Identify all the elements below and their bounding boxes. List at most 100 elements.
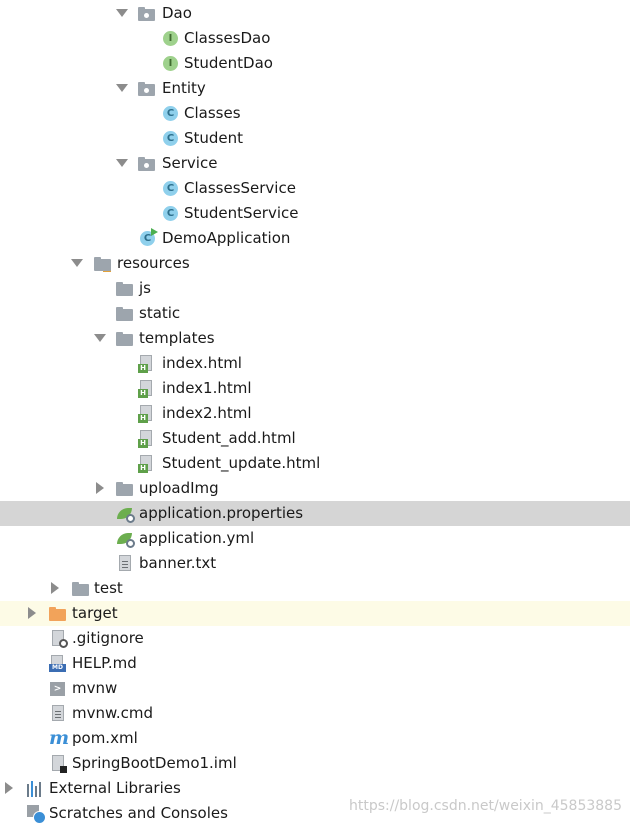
tree-item-label: Scratches and Consoles [49, 804, 228, 822]
tree-item-help-md[interactable]: MD HELP.md [0, 651, 630, 676]
class-icon: C [162, 130, 180, 148]
tree-item-student-add-html[interactable]: H Student_add.html [0, 426, 630, 451]
expand-arrow-icon[interactable] [116, 9, 128, 17]
excluded-folder-icon [49, 605, 67, 623]
expand-arrow-icon[interactable] [116, 84, 128, 92]
tree-item-label: HELP.md [72, 654, 137, 672]
folder-icon [116, 330, 134, 348]
tree-item-label: DemoApplication [162, 229, 291, 247]
tree-item-label: test [94, 579, 123, 597]
package-folder-icon [138, 5, 156, 23]
tree-item-label: Service [162, 154, 218, 172]
ignore-file-icon [50, 630, 68, 648]
tree-item-mvnw-cmd[interactable]: mvnw.cmd [0, 701, 630, 726]
tree-item-mvnw[interactable]: > mvnw [0, 676, 630, 701]
interface-icon: I [162, 55, 180, 73]
watermark: https://blog.csdn.net/weixin_45853885 [348, 798, 622, 814]
tree-item-dao[interactable]: Dao [0, 1, 630, 26]
tree-item-index-html[interactable]: H index.html [0, 351, 630, 376]
tree-item-student-dao[interactable]: I StudentDao [0, 51, 630, 76]
class-icon: C [162, 205, 180, 223]
folder-icon [72, 580, 90, 598]
tree-item-label: js [139, 279, 151, 297]
expand-arrow-icon[interactable] [94, 334, 106, 342]
tree-item-static[interactable]: static [0, 301, 630, 326]
tree-item-label: Student [184, 129, 244, 147]
maven-icon: m [49, 727, 70, 749]
folder-icon [116, 305, 134, 323]
tree-item-target[interactable]: target [0, 601, 630, 626]
tree-item-label: mvnw.cmd [72, 704, 154, 722]
collapse-arrow-icon[interactable] [28, 607, 36, 619]
terminal-script-icon: > [49, 680, 67, 698]
tree-item-upload-img[interactable]: uploadImg [0, 476, 630, 501]
text-file-icon [117, 555, 135, 573]
tree-item-resources[interactable]: resources [0, 251, 630, 276]
library-icon [26, 780, 44, 798]
collapse-arrow-icon[interactable] [5, 782, 13, 794]
tree-item-label: .gitignore [72, 629, 144, 647]
tree-item-label: Student_add.html [162, 429, 296, 447]
tree-item-classes[interactable]: C Classes [0, 101, 630, 126]
html-file-icon: H [138, 380, 156, 398]
class-icon: C [162, 105, 180, 123]
tree-item-student-update-html[interactable]: H Student_update.html [0, 451, 630, 476]
tree-item-label: static [139, 304, 181, 322]
tree-item-label: target [72, 604, 118, 622]
tree-item-label: index2.html [162, 404, 252, 422]
tree-item-index1-html[interactable]: H index1.html [0, 376, 630, 401]
tree-item-label: SpringBootDemo1.iml [72, 754, 237, 772]
spring-config-icon [117, 505, 135, 523]
tree-item-label: index1.html [162, 379, 252, 397]
tree-item-label: Student_update.html [162, 454, 321, 472]
spring-boot-run-class-icon: C [139, 228, 158, 248]
tree-item-classes-dao[interactable]: I ClassesDao [0, 26, 630, 51]
tree-item-label: banner.txt [139, 554, 217, 572]
tree-item-label: StudentDao [184, 54, 273, 72]
expand-arrow-icon[interactable] [71, 259, 83, 267]
tree-item-pom-xml[interactable]: m pom.xml [0, 726, 630, 751]
resources-folder-icon [94, 255, 112, 273]
tree-item-demo-application[interactable]: C DemoApplication [0, 226, 630, 251]
collapse-arrow-icon[interactable] [96, 482, 104, 494]
class-icon: C [162, 180, 180, 198]
module-file-icon [50, 755, 68, 773]
scratches-icon [27, 805, 46, 824]
tree-item-label: External Libraries [49, 779, 181, 797]
collapse-arrow-icon[interactable] [51, 582, 59, 594]
tree-item-service[interactable]: Service [0, 151, 630, 176]
tree-item-banner-txt[interactable]: banner.txt [0, 551, 630, 576]
tree-item-gitignore[interactable]: .gitignore [0, 626, 630, 651]
spring-config-icon [117, 530, 135, 548]
tree-item-entity[interactable]: Entity [0, 76, 630, 101]
tree-item-iml[interactable]: SpringBootDemo1.iml [0, 751, 630, 776]
tree-item-label: Entity [162, 79, 206, 97]
package-folder-icon [138, 155, 156, 173]
tree-item-application-yml[interactable]: application.yml [0, 526, 630, 551]
tree-item-label: ClassesDao [184, 29, 271, 47]
interface-icon: I [162, 30, 180, 48]
tree-item-label: pom.xml [72, 729, 138, 747]
html-file-icon: H [138, 405, 156, 423]
tree-item-label: application.properties [139, 504, 304, 522]
expand-arrow-icon[interactable] [116, 159, 128, 167]
tree-item-label: index.html [162, 354, 242, 372]
tree-item-label: application.yml [139, 529, 255, 547]
tree-item-label: Dao [162, 4, 192, 22]
tree-item-label: ClassesService [184, 179, 296, 197]
tree-item-student-service[interactable]: C StudentService [0, 201, 630, 226]
tree-item-label: mvnw [72, 679, 118, 697]
tree-item-test[interactable]: test [0, 576, 630, 601]
html-file-icon: H [138, 455, 156, 473]
text-file-icon [50, 705, 68, 723]
tree-item-classes-service[interactable]: C ClassesService [0, 176, 630, 201]
package-folder-icon [138, 80, 156, 98]
tree-item-js[interactable]: js [0, 276, 630, 301]
tree-item-index2-html[interactable]: H index2.html [0, 401, 630, 426]
tree-item-templates[interactable]: templates [0, 326, 630, 351]
tree-item-label: Classes [184, 104, 241, 122]
folder-icon [116, 480, 134, 498]
tree-item-application-properties[interactable]: application.properties [0, 501, 630, 526]
markdown-file-icon: MD [49, 655, 67, 673]
tree-item-student[interactable]: C Student [0, 126, 630, 151]
